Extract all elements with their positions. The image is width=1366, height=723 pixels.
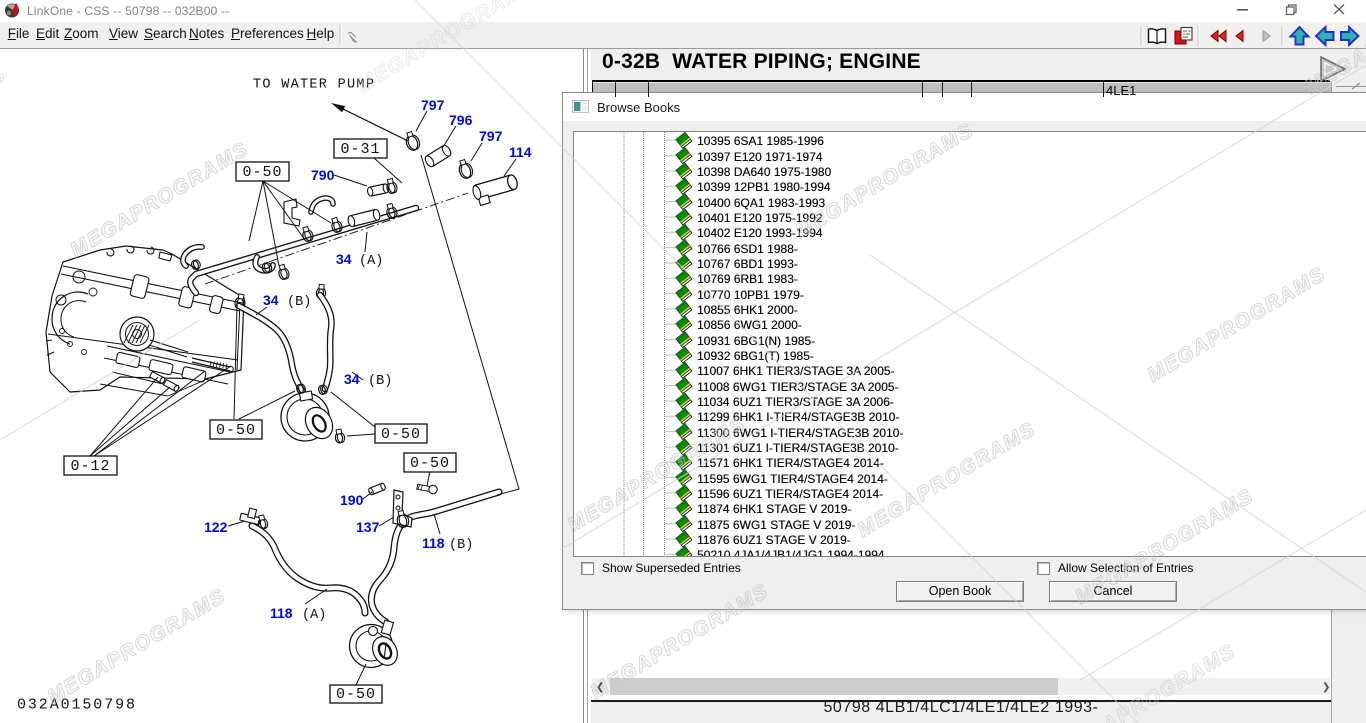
svg-text:797: 797: [421, 97, 445, 113]
svg-text:TO WATER PUMP: TO WATER PUMP: [253, 78, 375, 93]
svg-text:118: 118: [270, 605, 293, 621]
svg-text:0-31: 0-31: [340, 141, 380, 158]
svg-text:(A): (A): [359, 254, 383, 269]
svg-text:032A0150798: 032A0150798: [17, 697, 137, 714]
svg-text:0-50: 0-50: [410, 455, 450, 472]
svg-text:0-50: 0-50: [381, 426, 421, 443]
svg-text:796: 796: [449, 112, 473, 128]
svg-text:797: 797: [479, 128, 503, 144]
svg-text:0-50: 0-50: [242, 164, 282, 181]
svg-text:(A): (A): [302, 608, 326, 623]
svg-text:(B): (B): [449, 538, 473, 553]
svg-text:114: 114: [509, 144, 532, 160]
svg-text:0-12: 0-12: [70, 458, 110, 475]
svg-text:0-50: 0-50: [336, 686, 376, 703]
svg-text:(B): (B): [368, 374, 392, 389]
svg-text:34: 34: [336, 251, 352, 267]
svg-text:118: 118: [422, 535, 445, 551]
svg-text:(B): (B): [287, 295, 311, 310]
svg-text:790: 790: [311, 167, 335, 183]
svg-text:122: 122: [204, 519, 228, 535]
svg-text:34: 34: [344, 371, 360, 387]
svg-text:190: 190: [340, 492, 364, 508]
svg-text:137: 137: [356, 519, 380, 535]
svg-text:0-50: 0-50: [216, 422, 256, 439]
svg-text:34: 34: [263, 292, 279, 308]
